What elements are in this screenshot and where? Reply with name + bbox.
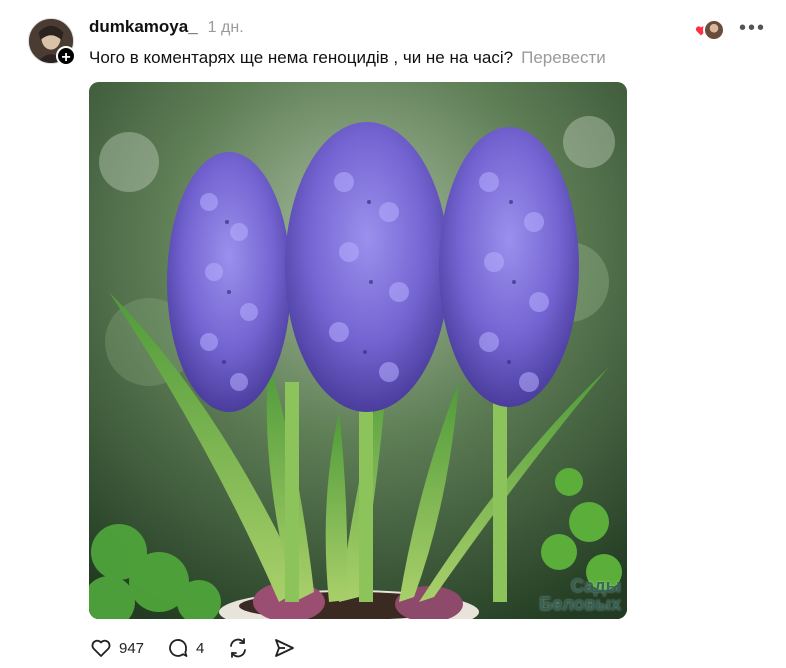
post-image[interactable]: Сады Беловых bbox=[89, 82, 627, 619]
repost-icon bbox=[230, 638, 247, 658]
comment-count: 4 bbox=[196, 639, 205, 657]
reaction-indicator[interactable] bbox=[695, 17, 725, 41]
post-actions: 947 4 bbox=[89, 636, 296, 660]
hyacinth-photo-icon bbox=[89, 82, 627, 619]
share-button[interactable] bbox=[272, 636, 296, 660]
timestamp[interactable]: 1 дн. bbox=[208, 19, 244, 37]
repost-button[interactable] bbox=[226, 636, 250, 660]
like-count: 947 bbox=[119, 639, 145, 657]
watermark-line2: Беловых bbox=[539, 594, 621, 614]
post-tools: ••• bbox=[695, 17, 766, 41]
like-button[interactable]: 947 bbox=[89, 636, 144, 660]
more-options-icon[interactable]: ••• bbox=[739, 17, 766, 39]
post: + dumkamoya_ 1 дн. ••• Чого в коментарях… bbox=[0, 0, 786, 668]
watermark-line1: Сады bbox=[570, 576, 621, 596]
reactor-avatar bbox=[702, 19, 725, 41]
post-header: dumkamoya_ 1 дн. bbox=[89, 17, 244, 41]
image-watermark: Сады Беловых bbox=[539, 577, 621, 613]
comment-bubble-icon bbox=[169, 639, 188, 657]
avatar-wrap[interactable]: + bbox=[28, 18, 76, 66]
post-text-line: Чого в коментарях ще нема геноцидів , чи… bbox=[89, 48, 606, 68]
heart-icon bbox=[91, 639, 111, 657]
post-text: Чого в коментарях ще нема геноцидів , чи… bbox=[89, 48, 514, 67]
follow-plus-icon[interactable]: + bbox=[56, 46, 76, 66]
username[interactable]: dumkamoya_ bbox=[89, 17, 198, 37]
translate-link[interactable]: Перевести bbox=[521, 48, 606, 67]
send-icon bbox=[275, 639, 295, 657]
comment-button[interactable]: 4 bbox=[166, 636, 204, 660]
